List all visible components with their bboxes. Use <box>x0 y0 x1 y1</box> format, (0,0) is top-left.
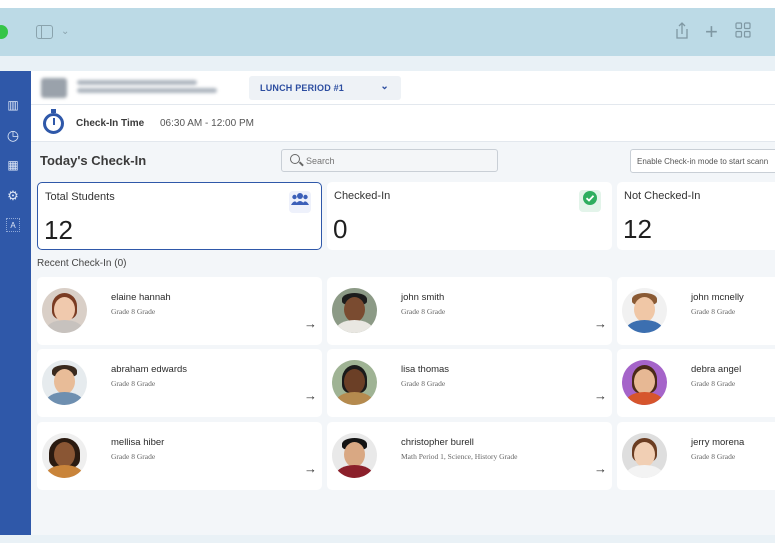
student-card[interactable]: lisa thomas Grade 8 Grade → <box>327 349 612 417</box>
student-name: john mcnelly <box>691 292 744 303</box>
stat-label: Checked-In <box>334 190 391 202</box>
checkin-time-bar: Check-In Time 06:30 AM - 12:00 PM <box>31 105 775 142</box>
stat-label: Total Students <box>45 191 115 203</box>
student-card[interactable]: abraham edwards Grade 8 Grade → <box>37 349 322 417</box>
student-grade: Grade 8 Grade <box>111 452 156 461</box>
stat-value: 0 <box>333 214 348 244</box>
student-name: abraham edwards <box>111 364 188 375</box>
left-nav-rail: ▥ ◷ ▦ ⚙ A <box>0 71 31 535</box>
chevron-down-icon: ⌄ <box>380 81 389 92</box>
period-select[interactable]: LUNCH PERIOD #1 ⌄ <box>249 76 401 100</box>
student-name: elaine hannah <box>111 292 171 303</box>
arrow-right-icon[interactable]: → <box>594 316 607 331</box>
stat-card-not-checked-in[interactable]: Not Checked-In 12 <box>617 182 775 250</box>
stat-card-total[interactable]: Total Students 12 <box>37 182 322 250</box>
blurred-school-banner <box>41 76 237 100</box>
avatar <box>622 360 667 405</box>
student-name: christopher burell <box>401 437 474 448</box>
student-grade: Grade 8 Grade <box>691 307 736 316</box>
arrow-right-icon[interactable]: → <box>594 461 607 476</box>
school-logo <box>41 78 67 98</box>
stat-label: Not Checked-In <box>624 190 701 202</box>
page-title: Today's Check-In <box>40 153 147 168</box>
checkin-time-range: 06:30 AM - 12:00 PM <box>160 118 254 129</box>
search-box[interactable] <box>281 149 498 172</box>
student-grade: Grade 8 Grade <box>401 379 446 388</box>
period-select-value: LUNCH PERIOD #1 <box>260 83 345 93</box>
group-icon <box>289 191 311 213</box>
student-name: jerry morena <box>691 437 745 448</box>
bar-chart-icon[interactable]: ▥ <box>6 98 20 112</box>
student-grade: Grade 8 Grade <box>111 379 156 388</box>
arrow-right-icon[interactable]: → <box>304 388 317 403</box>
avatar <box>332 433 377 478</box>
student-card[interactable]: john smith Grade 8 Grade → <box>327 277 612 345</box>
student-name: mellisa hiber <box>111 437 165 448</box>
student-card[interactable]: john mcnelly Grade 8 Grade <box>617 277 775 345</box>
student-grade: Grade 8 Grade <box>111 307 156 316</box>
settings-icon[interactable]: ⚙ <box>6 189 20 203</box>
student-name: debra angel <box>691 364 742 375</box>
calendar-icon[interactable]: ▦ <box>6 158 20 172</box>
student-grade: Math Period 1, Science, History Grade <box>401 452 518 461</box>
title-bar: ⌄ + <box>0 8 775 56</box>
stat-value: 12 <box>44 215 73 245</box>
recent-checkin-heading: Recent Check-In (0) <box>37 258 127 269</box>
stopwatch-icon <box>43 109 64 134</box>
checkin-time-label: Check-In Time <box>76 118 145 129</box>
avatar <box>42 360 87 405</box>
sidebar-toggle-icon[interactable] <box>36 25 53 39</box>
student-grade: Grade 8 Grade <box>401 307 446 316</box>
clock-icon[interactable]: ◷ <box>6 128 20 142</box>
main-content: LUNCH PERIOD #1 ⌄ Check-In Time 06:30 AM… <box>31 71 775 535</box>
student-card[interactable]: debra angel Grade 8 Grade <box>617 349 775 417</box>
student-name: john smith <box>401 292 445 303</box>
plus-icon[interactable]: + <box>705 21 718 43</box>
avatar <box>622 433 667 478</box>
share-icon[interactable] <box>674 22 690 45</box>
stat-value: 12 <box>623 214 652 244</box>
student-card[interactable]: elaine hannah Grade 8 Grade → <box>37 277 322 345</box>
arrow-right-icon[interactable]: → <box>594 388 607 403</box>
school-header: LUNCH PERIOD #1 ⌄ <box>31 71 775 105</box>
search-input[interactable] <box>306 153 486 169</box>
check-circle-icon <box>579 190 601 212</box>
avatar <box>42 288 87 333</box>
stat-card-checked-in[interactable]: Checked-In 0 <box>327 182 612 250</box>
checkin-mode-field[interactable]: Enable Check-in mode to start scann <box>630 149 775 173</box>
avatar <box>332 288 377 333</box>
student-grade: Grade 8 Grade <box>691 379 736 388</box>
grid-icon[interactable] <box>735 22 751 43</box>
window-close-button[interactable] <box>0 25 8 39</box>
student-name: lisa thomas <box>401 364 450 375</box>
student-card[interactable]: christopher burell Math Period 1, Scienc… <box>327 422 612 490</box>
student-card[interactable]: mellisa hiber Grade 8 Grade → <box>37 422 322 490</box>
arrow-right-icon[interactable]: → <box>304 461 317 476</box>
letter-a-icon[interactable]: A <box>6 218 20 232</box>
student-card[interactable]: jerry morena Grade 8 Grade <box>617 422 775 490</box>
arrow-right-icon[interactable]: → <box>304 316 317 331</box>
avatar <box>622 288 667 333</box>
student-grade: Grade 8 Grade <box>691 452 736 461</box>
app-window: ⌄ + ▥ ◷ ▦ ⚙ A LUNCH PERIOD #1 ⌄ Check-In… <box>0 0 775 543</box>
avatar <box>42 433 87 478</box>
chevron-down-icon[interactable]: ⌄ <box>61 26 69 37</box>
search-icon <box>290 154 300 164</box>
avatar <box>332 360 377 405</box>
